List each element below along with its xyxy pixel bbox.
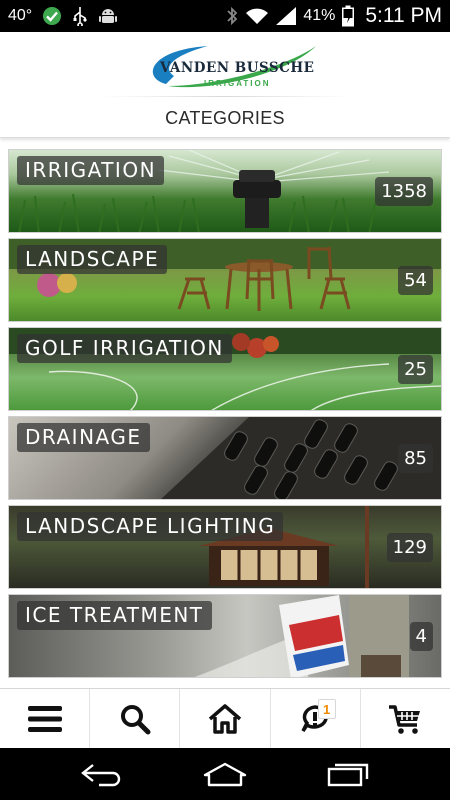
category-name: GOLF IRRIGATION [17, 334, 232, 363]
header-divider [100, 96, 350, 97]
system-nav-bar [0, 748, 450, 800]
menu-icon [27, 704, 63, 734]
category-count: 54 [398, 266, 433, 295]
usb-icon [72, 6, 88, 26]
battery-percent: 41% [303, 7, 336, 24]
nav-search-button[interactable] [90, 689, 181, 748]
category-count: 1358 [375, 177, 433, 206]
nav-notifications-button[interactable]: 1 [271, 689, 361, 748]
logo-text: VANDEN BUSSCHE [160, 60, 315, 76]
check-circle-icon [42, 6, 62, 26]
category-list: IRRIGATION 1358 LANDSCAPE 54 GOLF IRRIGA… [8, 149, 442, 683]
back-icon [79, 761, 125, 787]
home-icon [207, 703, 243, 735]
status-temperature: 40° [8, 7, 33, 24]
nav-cart-button[interactable] [361, 689, 450, 748]
category-golf-irrigation[interactable]: GOLF IRRIGATION 25 [8, 327, 442, 411]
category-drainage[interactable]: DRAINAGE 85 [8, 416, 442, 500]
category-name: DRAINAGE [17, 423, 150, 452]
signal-icon [275, 6, 297, 26]
status-bar: 40° 41% 5:11 PM [0, 0, 450, 32]
category-irrigation[interactable]: IRRIGATION 1358 [8, 149, 442, 233]
page-title: CATEGORIES [165, 108, 285, 128]
category-count: 25 [398, 355, 433, 384]
status-time: 5:11 PM [365, 4, 442, 27]
category-count: 4 [409, 622, 433, 651]
system-recents-button[interactable] [318, 754, 378, 794]
nav-menu-button[interactable] [0, 689, 91, 748]
category-ice-treatment[interactable]: ICE TREATMENT 4 [8, 594, 442, 678]
bluetooth-icon [225, 6, 239, 26]
logo-subtext: IRRIGATION [204, 79, 271, 88]
category-count: 129 [386, 533, 433, 562]
system-back-button[interactable] [72, 754, 132, 794]
category-name: ICE TREATMENT [17, 601, 212, 630]
android-icon [98, 6, 118, 26]
category-name: IRRIGATION [17, 156, 165, 185]
category-count: 85 [398, 444, 433, 473]
search-icon [119, 703, 151, 735]
category-landscape-lighting[interactable]: LANDSCAPE LIGHTING 129 [8, 505, 442, 589]
category-name: LANDSCAPE LIGHTING [17, 512, 284, 541]
bottom-nav: 1 [0, 688, 450, 748]
system-home-button[interactable] [195, 754, 255, 794]
cart-icon [387, 703, 423, 735]
brand-logo[interactable]: VANDEN BUSSCHE IRRIGATION [138, 40, 316, 94]
home-icon [201, 761, 249, 787]
wifi-icon [245, 6, 269, 26]
recents-icon [325, 761, 371, 787]
battery-icon [341, 5, 355, 27]
app-header: VANDEN BUSSCHE IRRIGATION CATEGORIES [0, 32, 450, 138]
nav-home-button[interactable] [180, 689, 271, 748]
category-name: LANDSCAPE [17, 245, 168, 274]
notification-badge: 1 [317, 699, 336, 719]
category-landscape[interactable]: LANDSCAPE 54 [8, 238, 442, 322]
